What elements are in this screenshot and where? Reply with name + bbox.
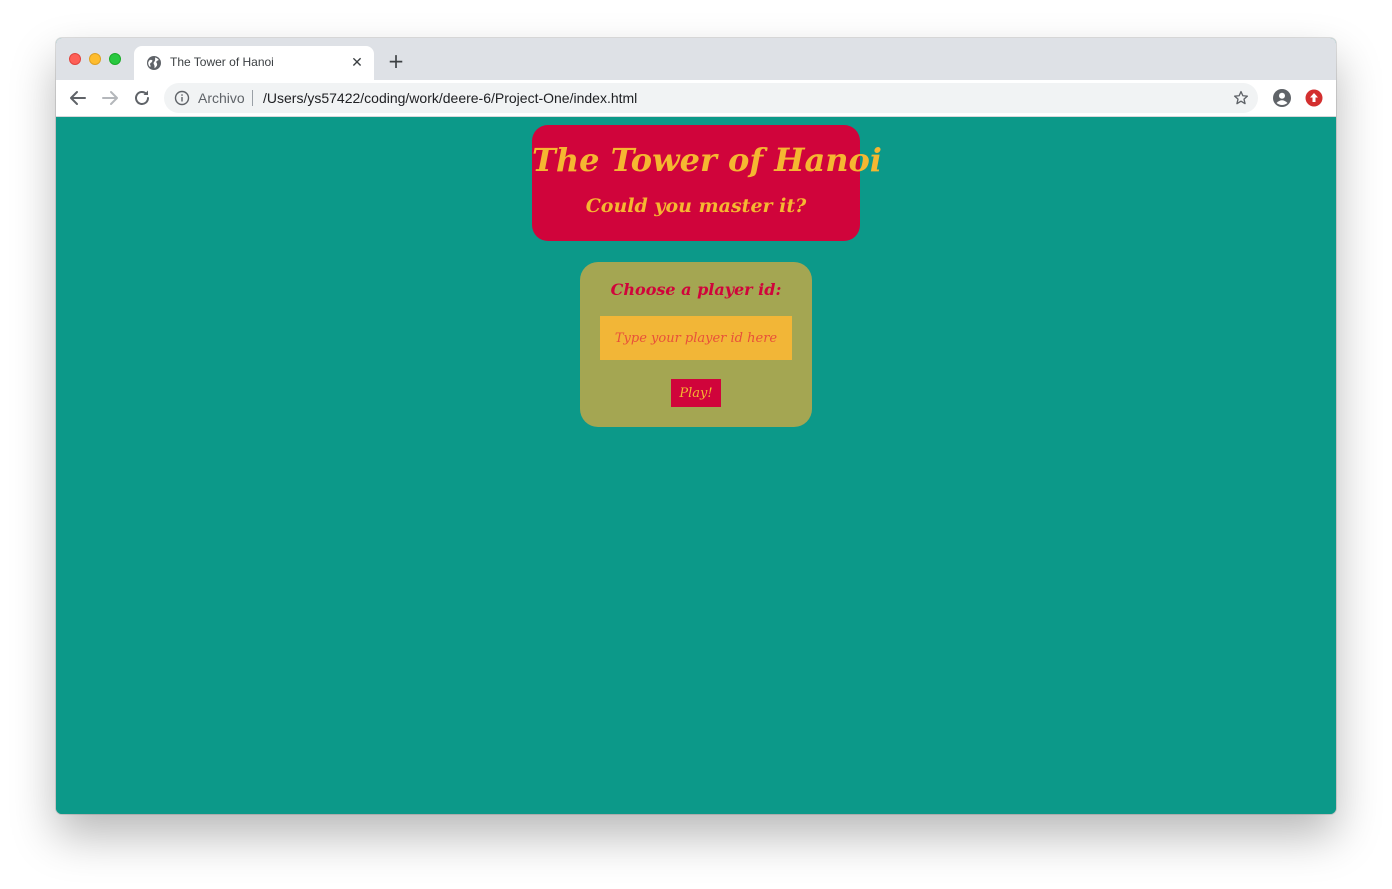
omnibox-divider [252, 90, 253, 106]
new-tab-button[interactable]: + [386, 51, 406, 71]
tab-close-icon[interactable]: ✕ [348, 54, 366, 72]
page-viewport: The Tower of Hanoi Could you master it? … [56, 117, 1336, 814]
info-icon[interactable] [174, 90, 190, 106]
address-bar[interactable]: Archivo /Users/ys57422/coding/work/deere… [164, 83, 1258, 113]
reload-button[interactable] [130, 86, 154, 110]
back-button[interactable] [66, 86, 90, 110]
origin-label: Archivo [198, 90, 245, 106]
star-icon[interactable] [1232, 89, 1250, 107]
player-id-form: Choose a player id: Play! [580, 262, 812, 427]
forward-button[interactable] [98, 86, 122, 110]
maximize-window-button[interactable] [109, 53, 121, 65]
browser-window: The Tower of Hanoi ✕ + Archivo /Users/ys… [56, 38, 1336, 814]
page-subtitle: Could you master it? [585, 195, 807, 217]
reload-icon [135, 90, 149, 105]
minimize-window-button[interactable] [89, 53, 101, 65]
player-id-label: Choose a player id: [610, 280, 782, 299]
play-button[interactable]: Play! [671, 379, 721, 407]
red-upload-badge-icon[interactable] [1305, 89, 1323, 107]
page-title: The Tower of Hanoi [532, 141, 882, 179]
tab-tower-of-hanoi[interactable]: The Tower of Hanoi ✕ [134, 46, 374, 80]
tab-title: The Tower of Hanoi [170, 55, 274, 69]
close-window-button[interactable] [69, 53, 81, 65]
arrow-left-icon [70, 91, 86, 105]
player-id-input[interactable] [600, 316, 792, 360]
url-text[interactable]: /Users/ys57422/coding/work/deere-6/Proje… [263, 90, 637, 106]
header-card: The Tower of Hanoi Could you master it? [532, 125, 882, 241]
browser-toolbar: Archivo /Users/ys57422/coding/work/deere… [56, 80, 1336, 117]
account-circle-icon[interactable] [1272, 88, 1292, 108]
globe-icon [146, 55, 162, 71]
arrow-right-icon [102, 91, 118, 105]
tab-strip: The Tower of Hanoi ✕ + [56, 38, 1336, 80]
